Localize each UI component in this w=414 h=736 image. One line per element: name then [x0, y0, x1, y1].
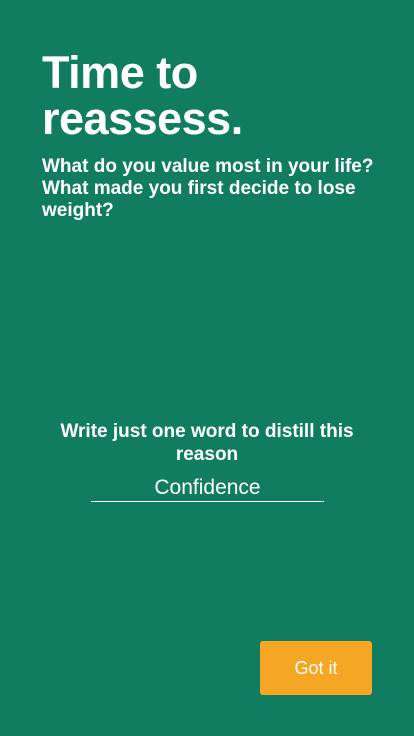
reason-word-input[interactable] — [91, 474, 324, 502]
reassess-screen: Time to reassess. What do you value most… — [0, 0, 414, 736]
page-title: Time to reassess. — [42, 47, 243, 144]
got-it-button[interactable]: Got it — [260, 641, 372, 695]
page-subtitle: What do you value most in your life? Wha… — [42, 156, 374, 221]
word-prompt-label: Write just one word to distill this reas… — [60, 421, 354, 465]
